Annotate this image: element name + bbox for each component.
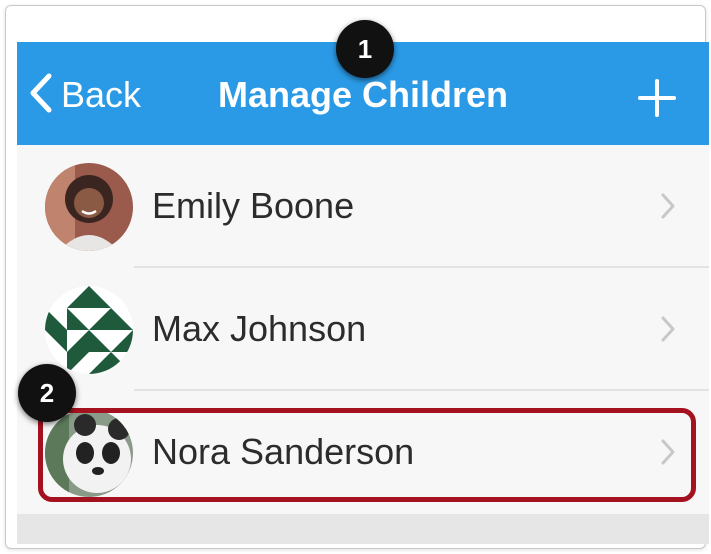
child-name: Emily Boone [152,185,355,226]
back-button[interactable]: Back [27,72,141,118]
callout-badge-2: 2 [18,364,76,422]
child-row-max-johnson[interactable]: Max Johnson [17,268,709,391]
plus-icon [637,79,677,122]
highlight-box [38,408,696,502]
pattern-avatar [45,286,133,374]
child-name: Max Johnson [152,308,367,349]
add-child-button[interactable] [637,78,677,118]
callout-badge-1: 1 [336,20,394,78]
back-label: Back [61,74,142,115]
chevron-right-icon [659,314,677,344]
chevron-right-icon [659,191,677,221]
list-footer [17,514,709,544]
photo-avatar [45,163,133,251]
chevron-left-icon [27,72,53,119]
child-row-emily-boone[interactable]: Emily Boone [17,145,709,268]
